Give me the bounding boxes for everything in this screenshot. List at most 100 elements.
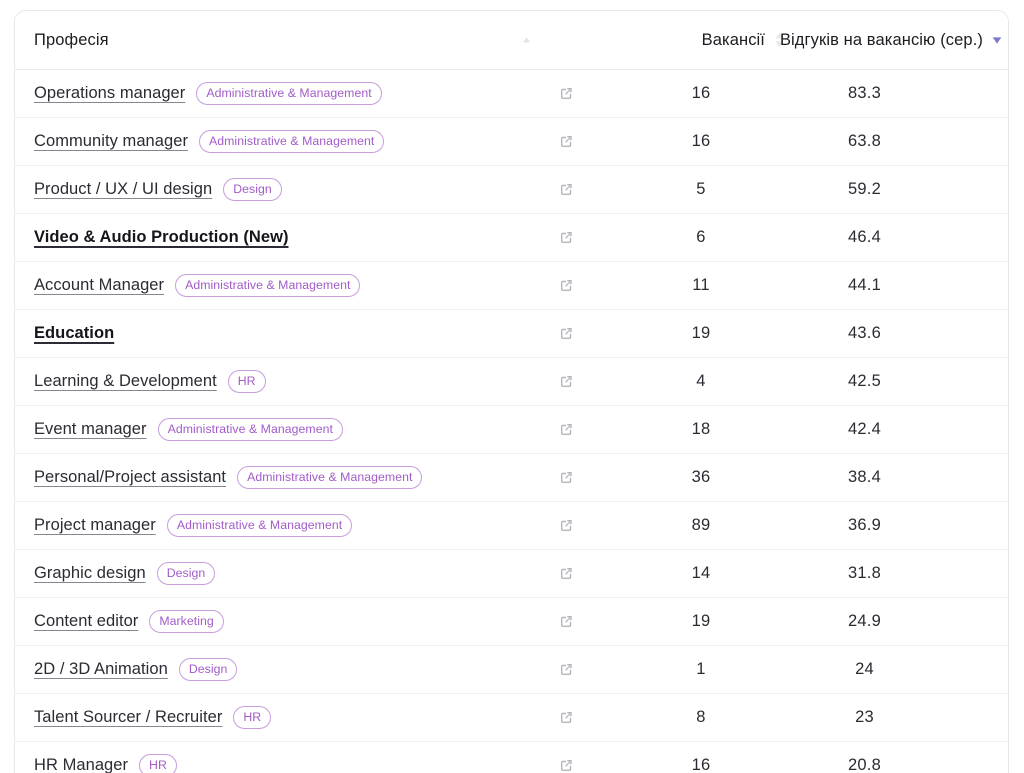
category-tag[interactable]: Administrative & Management xyxy=(157,418,343,441)
cell-spacer xyxy=(507,405,545,454)
external-link-icon[interactable] xyxy=(555,131,577,153)
cell-avg-applications: 24 xyxy=(787,645,1008,694)
cell-spacer xyxy=(507,261,545,310)
category-tag[interactable]: Design xyxy=(223,178,282,201)
external-link-icon[interactable] xyxy=(555,659,577,681)
vacancies-value: 16 xyxy=(691,756,711,773)
profession-link[interactable]: Event manager xyxy=(34,420,147,439)
profession-link[interactable]: Community manager xyxy=(34,132,188,151)
external-link-icon[interactable] xyxy=(555,419,577,441)
cell-vacancies: 11 xyxy=(657,261,787,310)
cell-vacancies: 16 xyxy=(657,69,787,118)
external-link-icon[interactable] xyxy=(555,467,577,489)
avg-applications-value: 44.1 xyxy=(848,276,881,294)
category-tag[interactable]: Administrative & Management xyxy=(175,274,361,297)
sort-desc-icon[interactable] xyxy=(990,33,1004,47)
category-tag[interactable]: Design xyxy=(156,562,216,585)
external-link-icon[interactable] xyxy=(555,611,577,633)
cell-avg-applications: 42.4 xyxy=(787,405,1008,454)
table-row: Event manager Administrative & Management… xyxy=(15,405,1008,454)
category-tag[interactable]: HR xyxy=(139,754,177,773)
cell-avg-applications: 42.5 xyxy=(787,357,1008,406)
vacancies-value: 16 xyxy=(691,132,711,150)
external-link-icon[interactable] xyxy=(555,179,577,201)
external-link-icon[interactable] xyxy=(555,755,577,773)
cell-open-link xyxy=(545,597,657,646)
cell-profession: Graphic design Design xyxy=(15,549,507,598)
category-tag[interactable]: Administrative & Management xyxy=(166,514,353,537)
profession-link[interactable]: Product / UX / UI design xyxy=(34,180,212,199)
category-tag[interactable]: Marketing xyxy=(149,610,224,633)
profession-link[interactable]: Education xyxy=(34,324,114,343)
column-header-vacancies[interactable]: Вакансії xyxy=(657,11,787,70)
category-tag[interactable]: Administrative & Management xyxy=(196,82,382,105)
cell-avg-applications: 31.8 xyxy=(787,549,1008,598)
external-link-icon[interactable] xyxy=(555,515,577,537)
avg-applications-value: 43.6 xyxy=(848,324,881,342)
avg-applications-value: 63.8 xyxy=(848,132,881,150)
cell-profession: Learning & Development HR xyxy=(15,357,507,406)
cell-vacancies: 1 xyxy=(657,645,787,694)
cell-spacer xyxy=(507,453,545,502)
column-header-vacancies-label: Вакансії xyxy=(701,30,765,49)
cell-avg-applications: 44.1 xyxy=(787,261,1008,310)
external-link-icon[interactable] xyxy=(555,83,577,105)
profession-link[interactable]: Personal/Project assistant xyxy=(34,468,226,487)
profession-link[interactable]: Talent Sourcer / Recruiter xyxy=(34,708,222,727)
cell-open-link xyxy=(545,741,657,773)
external-link-icon[interactable] xyxy=(555,563,577,585)
cell-open-link xyxy=(545,117,657,166)
vacancies-value: 16 xyxy=(691,84,711,102)
external-link-icon[interactable] xyxy=(555,323,577,345)
avg-applications-value: 20.8 xyxy=(848,756,881,773)
category-tag[interactable]: HR xyxy=(227,370,266,393)
cell-avg-applications: 59.2 xyxy=(787,165,1008,214)
table-row: Talent Sourcer / Recruiter HR 8 23 xyxy=(15,693,1008,742)
category-tag[interactable]: Design xyxy=(178,658,238,681)
cell-profession: Education xyxy=(15,309,507,358)
external-link-icon[interactable] xyxy=(555,707,577,729)
sort-asc-icon[interactable] xyxy=(520,34,533,47)
profession-link[interactable]: HR Manager xyxy=(34,756,128,773)
profession-link[interactable]: Graphic design xyxy=(34,564,146,583)
profession-link[interactable]: Content editor xyxy=(34,612,138,631)
column-header-open-link xyxy=(545,11,657,70)
profession-link[interactable]: Operations manager xyxy=(34,84,185,103)
column-header-profession[interactable]: Професія xyxy=(15,11,507,70)
table-row: HR Manager HR 16 20.8 xyxy=(15,741,1008,773)
profession-link[interactable]: Learning & Development xyxy=(34,372,217,391)
external-link-icon[interactable] xyxy=(555,275,577,297)
cell-vacancies: 14 xyxy=(657,549,787,598)
cell-profession: HR Manager HR xyxy=(15,741,507,773)
vacancies-value: 5 xyxy=(696,180,706,198)
profession-link[interactable]: 2D / 3D Animation xyxy=(34,660,168,679)
cell-open-link xyxy=(545,405,657,454)
profession-link[interactable]: Account Manager xyxy=(34,276,164,295)
profession-link[interactable]: Video & Audio Production (New) xyxy=(34,228,289,247)
category-tag[interactable]: HR xyxy=(233,706,272,729)
cell-avg-applications: 24.9 xyxy=(787,597,1008,646)
table-row: Account Manager Administrative & Manageme… xyxy=(15,261,1008,310)
cell-open-link xyxy=(545,693,657,742)
vacancies-value: 19 xyxy=(691,324,711,342)
cell-avg-applications: 46.4 xyxy=(787,213,1008,262)
avg-applications-value: 59.2 xyxy=(848,180,881,198)
external-link-icon[interactable] xyxy=(555,371,577,393)
table-row: 2D / 3D Animation Design 1 24 xyxy=(15,645,1008,694)
cell-spacer xyxy=(507,69,545,118)
category-tag[interactable]: Administrative & Management xyxy=(199,130,385,153)
table-body: Operations manager Administrative & Manag… xyxy=(15,69,1008,773)
category-tag[interactable]: Administrative & Management xyxy=(237,466,423,489)
cell-profession: 2D / 3D Animation Design xyxy=(15,645,507,694)
vacancies-value: 6 xyxy=(696,228,706,246)
vacancies-value: 8 xyxy=(696,708,706,726)
profession-link[interactable]: Project manager xyxy=(34,516,156,535)
cell-spacer xyxy=(507,501,545,550)
external-link-icon[interactable] xyxy=(555,227,577,249)
cell-avg-applications: 38.4 xyxy=(787,453,1008,502)
avg-applications-value: 23 xyxy=(855,708,874,726)
cell-spacer xyxy=(507,165,545,214)
column-header-profession-sort[interactable] xyxy=(507,11,545,70)
table-header-row: Професія Вакансії Відгуків на вакансію (… xyxy=(15,11,1008,70)
column-header-avg-applications[interactable]: Відгуків на вакансію (сер.) xyxy=(780,11,1008,70)
